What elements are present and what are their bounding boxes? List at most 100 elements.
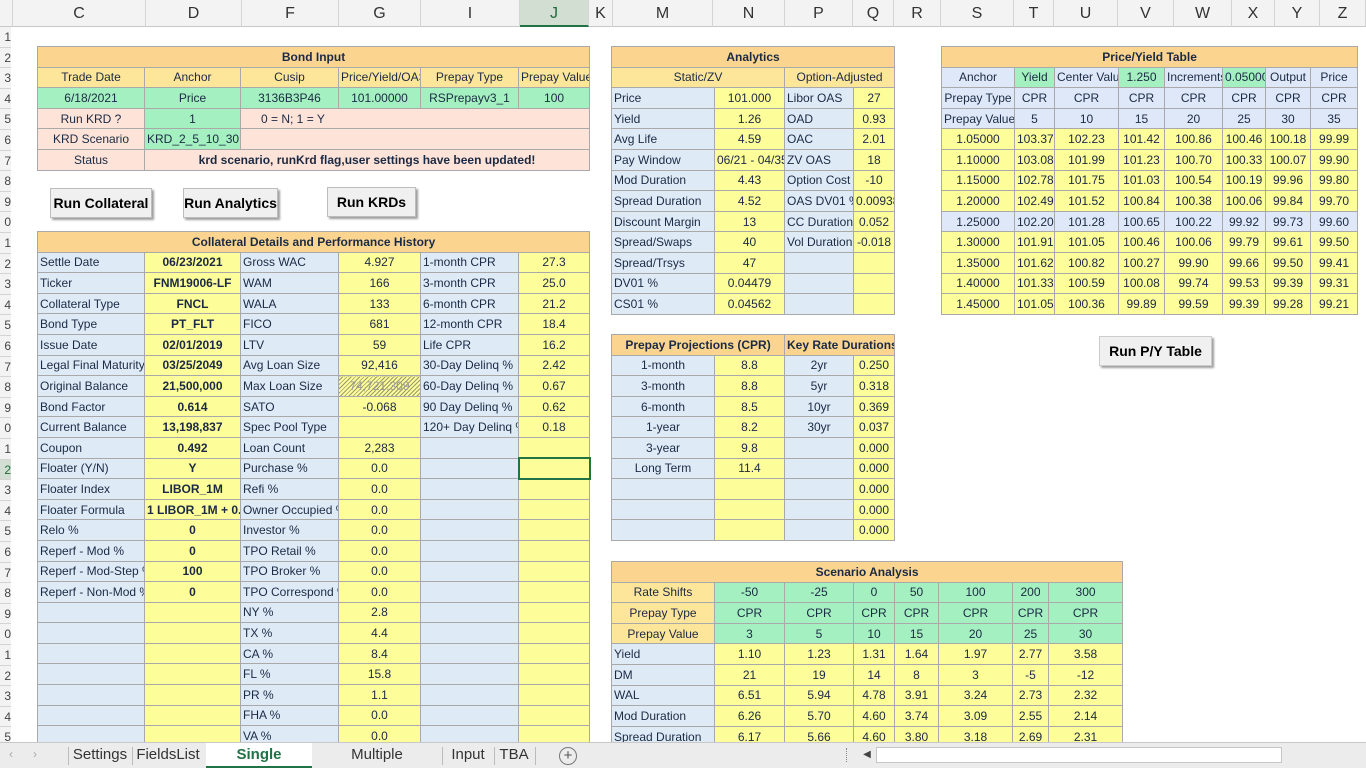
py-price-cell[interactable]: 99.70 — [1309, 190, 1359, 212]
add-sheet-icon[interactable]: + — [559, 747, 577, 765]
scenario-metric-value[interactable]: 3 — [938, 663, 1013, 686]
collateral-value[interactable]: 13,198,837 — [144, 416, 241, 438]
column-header[interactable]: G — [339, 0, 421, 27]
static-metric-value[interactable]: 06/21 - 04/35 — [714, 148, 785, 171]
collateral-value[interactable]: FNCL — [144, 292, 241, 315]
prepay-cpr-value[interactable]: 9.8 — [714, 436, 785, 459]
history-value[interactable]: 27.3 — [517, 251, 591, 274]
history-value[interactable]: 0.67 — [517, 375, 591, 397]
prepay-cpr-value[interactable] — [714, 519, 785, 541]
spreadsheet[interactable]: ACDFGIJKMNPQRSTUVWXYZ 123456789012345678… — [0, 0, 1366, 768]
row-header[interactable]: 6 — [0, 542, 11, 563]
py-price-cell[interactable]: 99.41 — [1309, 251, 1359, 274]
py-price-cell[interactable]: 99.96 — [1265, 169, 1311, 192]
py-price-cell[interactable]: 100.08 — [1118, 272, 1165, 295]
performance-value[interactable]: 0.0 — [338, 560, 421, 583]
py-price-cell[interactable]: 99.92 — [1222, 210, 1266, 233]
scenario-input-cell[interactable]: CPR — [938, 602, 1013, 624]
history-value[interactable]: 0.18 — [517, 416, 591, 438]
option-metric-value[interactable]: 18 — [852, 148, 896, 171]
performance-value[interactable]: 0.0 — [338, 478, 421, 500]
py-price-cell[interactable]: 99.73 — [1265, 210, 1311, 233]
prepay-cpr-value[interactable] — [714, 478, 785, 500]
row-header[interactable]: 7 — [0, 356, 11, 378]
py-price-cell[interactable]: 101.23 — [1118, 148, 1165, 171]
scenario-input-cell[interactable]: 200 — [1012, 581, 1049, 604]
py-price-cell[interactable]: 99.59 — [1164, 293, 1223, 315]
py-price-cell[interactable]: 100.82 — [1054, 251, 1119, 274]
static-metric-value[interactable]: 0.04562 — [714, 293, 785, 315]
scenario-input-cell[interactable]: 10 — [853, 622, 895, 645]
history-value[interactable]: 0.62 — [517, 395, 591, 418]
py-price-cell[interactable]: 101.52 — [1054, 190, 1119, 212]
py-price-cell[interactable]: 101.75 — [1054, 169, 1119, 192]
column-header[interactable]: N — [713, 0, 785, 27]
prepay-cpr-value[interactable] — [714, 498, 785, 521]
py-price-cell[interactable]: 99.99 — [1309, 128, 1359, 150]
py-price-cell[interactable]: 102.78 — [1014, 169, 1055, 192]
horizontal-scrollbar[interactable] — [876, 747, 1282, 763]
active-cell[interactable] — [517, 457, 591, 480]
static-metric-value[interactable]: 47 — [714, 251, 785, 274]
history-value[interactable] — [517, 560, 591, 583]
performance-value[interactable]: 133 — [338, 292, 421, 315]
performance-value[interactable]: 0.0 — [338, 498, 421, 521]
collateral-value[interactable]: 0 — [144, 519, 241, 541]
py-price-cell[interactable]: 99.74 — [1164, 272, 1223, 295]
history-value[interactable] — [517, 704, 591, 727]
tab-scroll-right-icon[interactable]: › — [33, 747, 37, 761]
py-price-cell[interactable]: 101.91 — [1014, 231, 1055, 253]
option-metric-value[interactable]: -0.018 — [852, 231, 896, 253]
collateral-value[interactable]: 0 — [144, 539, 241, 562]
collateral-value[interactable]: 0.614 — [144, 395, 241, 418]
performance-value[interactable]: 15.8 — [338, 663, 421, 686]
py-price-cell[interactable]: 100.46 — [1118, 231, 1165, 253]
collateral-value[interactable] — [144, 622, 241, 644]
column-header[interactable]: P — [785, 0, 853, 27]
tab-scroll-left-icon[interactable]: ‹ — [9, 747, 13, 761]
krd-value[interactable]: 0.318 — [852, 375, 896, 397]
py-yield-cell[interactable]: 1.45000 — [941, 293, 1015, 315]
option-metric-value[interactable]: 2.01 — [852, 128, 896, 150]
scenario-metric-value[interactable]: 3.58 — [1047, 643, 1124, 665]
history-value[interactable] — [517, 478, 591, 500]
run-krds-button[interactable]: Run KRDs — [327, 187, 416, 217]
price-yield-oas-cell[interactable]: 101.00000 — [338, 87, 421, 109]
scenario-metric-value[interactable]: 1.97 — [938, 643, 1013, 665]
scenario-input-cell[interactable]: CPR — [1047, 602, 1124, 624]
prepay-cpr-value[interactable]: 11.4 — [714, 457, 785, 480]
row-header[interactable]: 9 — [0, 397, 11, 419]
krd-value[interactable]: 0.000 — [852, 457, 896, 480]
scenario-input-cell[interactable]: 50 — [894, 581, 939, 604]
py-yield-cell[interactable]: 1.25000 — [941, 210, 1015, 233]
scenario-metric-value[interactable]: 3.24 — [938, 684, 1013, 707]
py-price-cell[interactable]: 100.70 — [1164, 148, 1223, 171]
history-value[interactable] — [517, 581, 591, 603]
py-header-cell[interactable]: 15 — [1118, 107, 1165, 130]
option-metric-value[interactable] — [852, 272, 896, 295]
performance-value[interactable]: 59 — [338, 333, 421, 356]
row-header[interactable]: 1 — [0, 233, 11, 254]
collateral-value[interactable]: 0.492 — [144, 436, 241, 459]
performance-value[interactable]: 0.0 — [338, 519, 421, 541]
collateral-value[interactable]: FNM19006-LF — [144, 272, 241, 294]
column-header[interactable]: Y — [1275, 0, 1320, 27]
scenario-metric-value[interactable]: 2.73 — [1012, 684, 1049, 707]
run-analytics-button[interactable]: Run Analytics — [183, 188, 278, 218]
run-py-table-button[interactable]: Run P/Y Table — [1099, 336, 1212, 366]
scenario-metric-value[interactable]: 1.10 — [714, 643, 785, 665]
row-header[interactable]: 8 — [0, 171, 11, 192]
row-header[interactable]: 3 — [0, 686, 11, 707]
row-header[interactable]: 4 — [0, 294, 11, 316]
collateral-value[interactable]: 02/01/2019 — [144, 333, 241, 356]
py-price-cell[interactable]: 99.39 — [1222, 293, 1266, 315]
performance-value[interactable]: 4.927 — [338, 251, 421, 274]
row-header[interactable]: 1 — [0, 439, 11, 460]
py-price-cell[interactable]: 100.46 — [1222, 128, 1266, 150]
column-header[interactable]: C — [13, 0, 146, 27]
column-header[interactable]: S — [941, 0, 1014, 27]
py-price-cell[interactable]: 100.18 — [1265, 128, 1311, 150]
py-header-cell[interactable]: Yield — [1014, 66, 1055, 89]
row-header[interactable]: 4 — [0, 500, 11, 522]
collateral-value[interactable]: 03/25/2049 — [144, 354, 241, 377]
